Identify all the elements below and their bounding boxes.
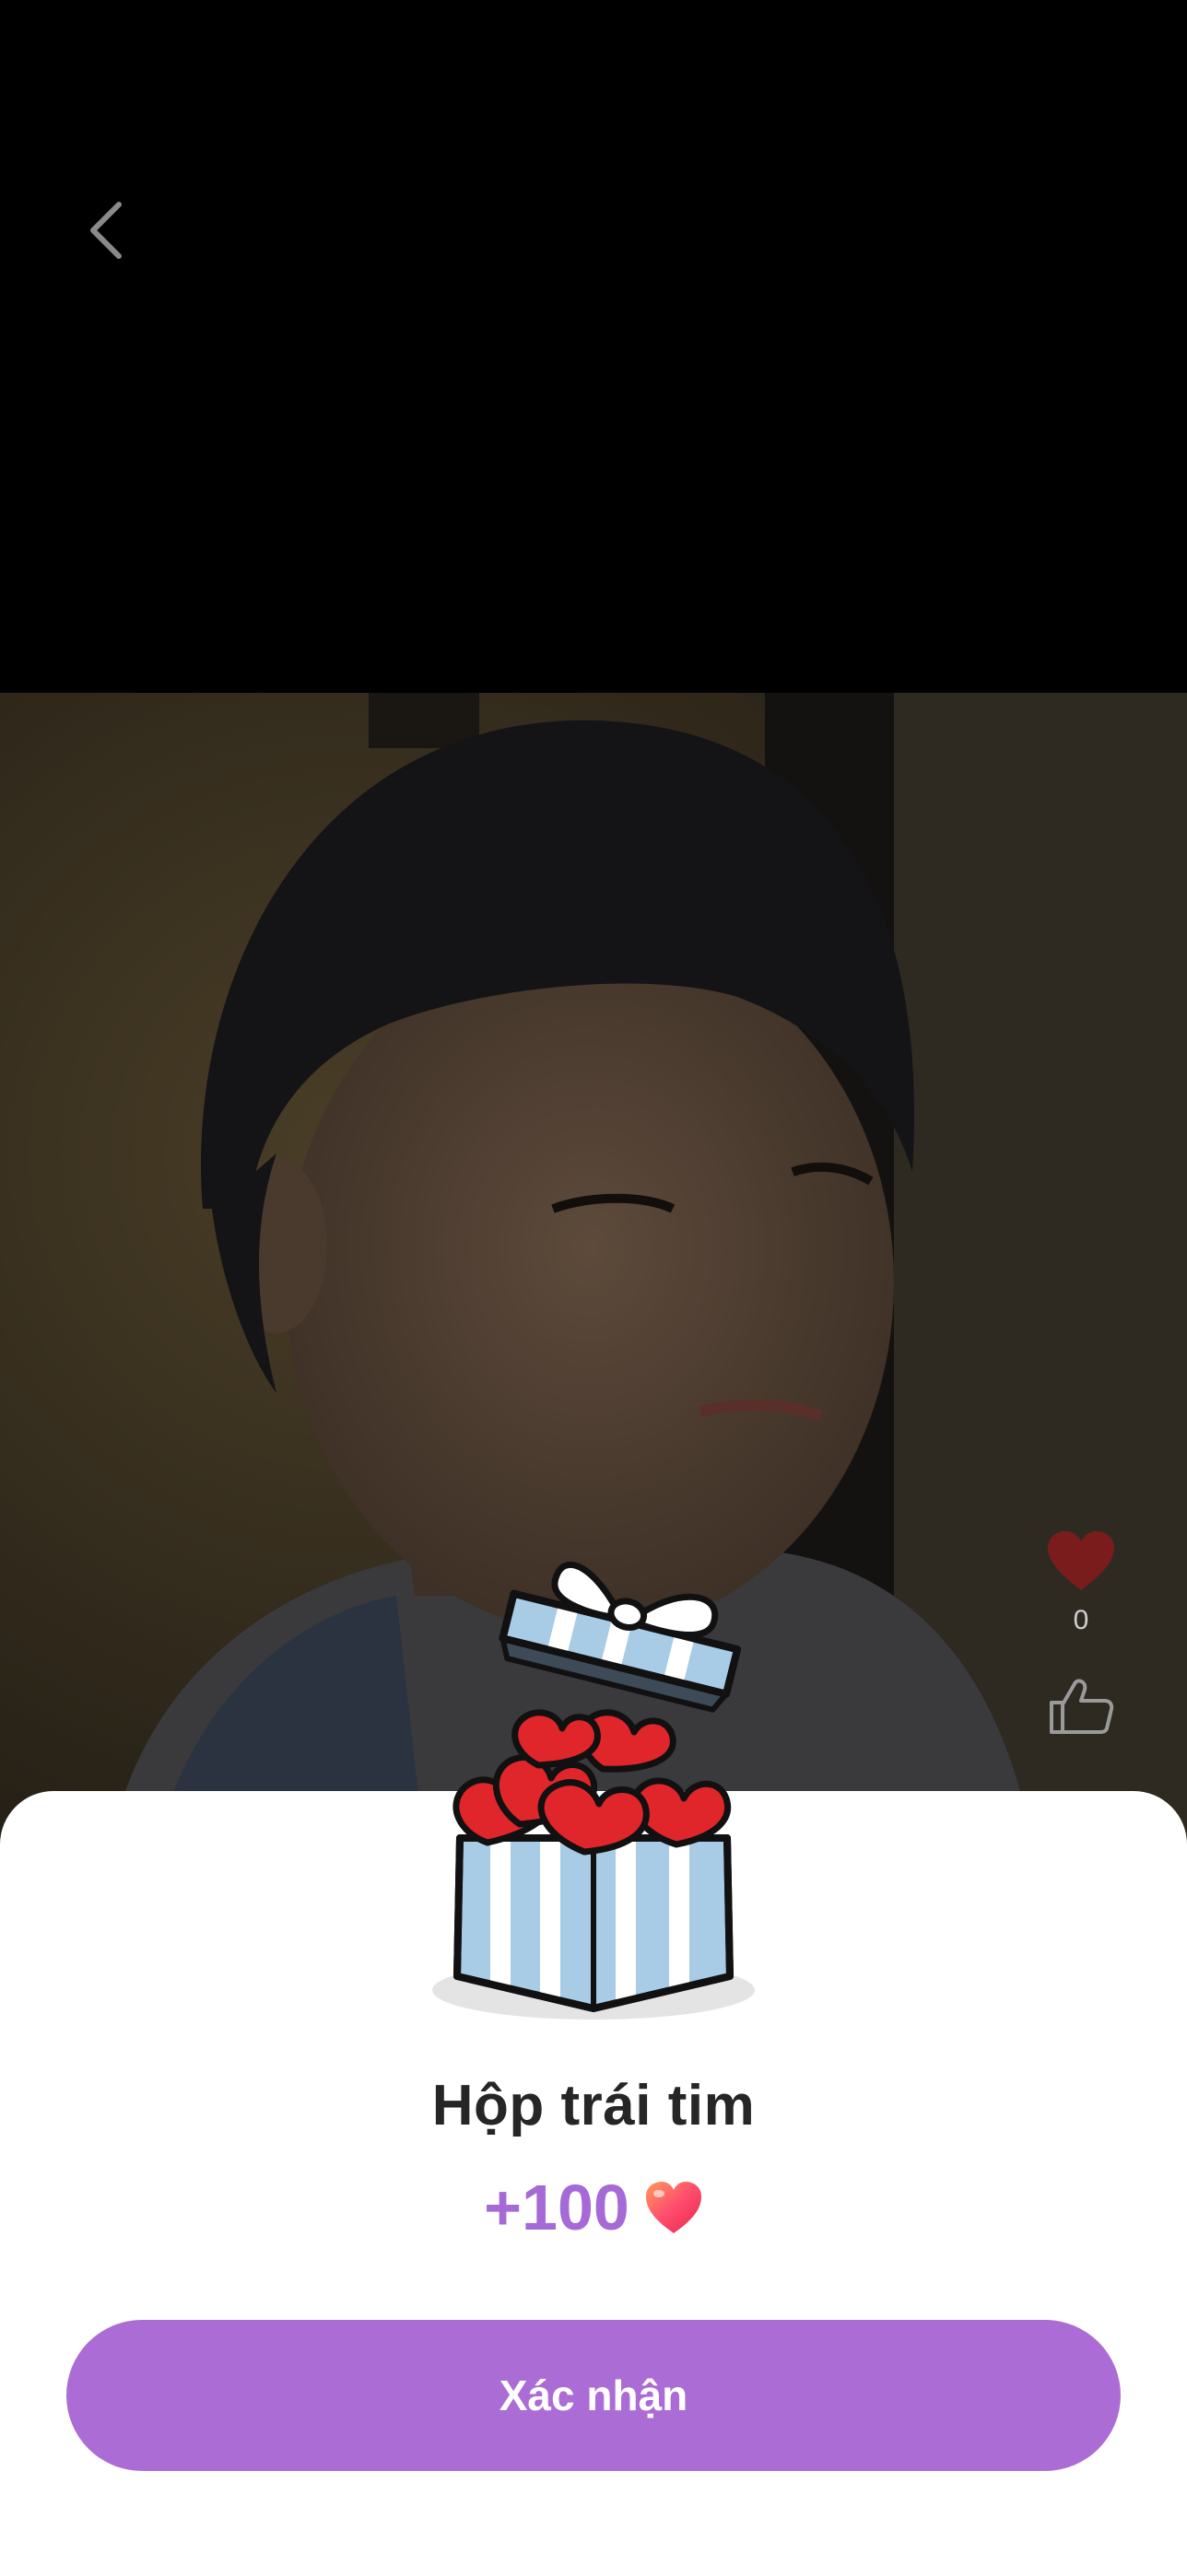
reward-amount-row: +100: [0, 2171, 1187, 2244]
like-count: 0: [1073, 1605, 1089, 1635]
gift-box-icon: [432, 1561, 755, 2020]
heart-icon[interactable]: [1046, 1529, 1116, 1592]
reward-title: Hộp trái tim: [431, 2074, 756, 2137]
side-actions: 0: [1040, 1529, 1122, 1736]
chevron-left-icon: [90, 202, 122, 259]
confirm-button[interactable]: Xác nhận: [66, 2320, 1121, 2471]
heart-icon: [645, 2182, 701, 2233]
reward-amount: +100: [484, 2172, 629, 2243]
back-button[interactable]: [65, 184, 147, 276]
screen: 0 Hộp trái tim +100 Xác nhận: [0, 0, 1187, 2576]
thumbs-up-icon[interactable]: [1048, 1677, 1114, 1736]
